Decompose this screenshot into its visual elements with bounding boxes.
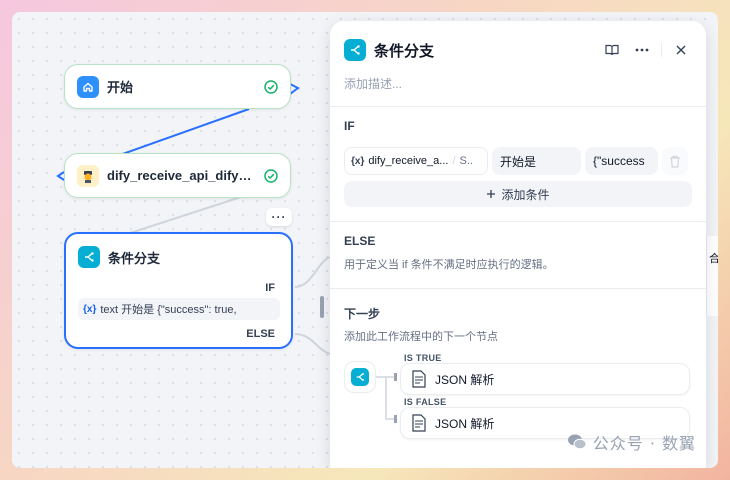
- if-branch-label: IF: [265, 282, 275, 294]
- else-section-title: ELSE: [344, 234, 376, 248]
- json-parse-icon: [412, 414, 426, 432]
- close-icon[interactable]: [670, 39, 692, 61]
- watermark-text: 公众号 · 数翼: [592, 434, 696, 453]
- plus-icon: [487, 190, 496, 198]
- next-step-title: 下一步: [344, 307, 381, 321]
- next-node-false-label: JSON 解析: [435, 416, 495, 431]
- node-config-panel: 条件分支 添加描述... IF {x} dify_receive_a... /: [330, 21, 706, 468]
- panel-title[interactable]: 条件分支: [374, 40, 593, 61]
- branch-connector: [376, 373, 397, 423]
- next-step-description: 添加此工作流程中的下一个节点: [344, 331, 498, 343]
- workflow-canvas[interactable]: 开始 dify_receive_api_dify_re... ··· 条件分支 …: [12, 12, 718, 468]
- json-parse-icon: [412, 370, 426, 388]
- panel-header: 条件分支: [330, 21, 706, 63]
- variable-type: S..: [459, 155, 473, 167]
- if-section: IF {x} dify_receive_a... / S.. 开始是 {"suc…: [330, 107, 706, 221]
- next-node-edge[interactable]: 合: [706, 236, 718, 316]
- branch-icon: [351, 368, 369, 386]
- edge-if-true: [294, 256, 331, 288]
- wechat-icon: [567, 434, 587, 450]
- panel-resize-handle[interactable]: [320, 296, 324, 318]
- if-condition-summary: {x} text 开始是 {"success": true,: [78, 298, 280, 320]
- add-condition-label: 添加条件: [501, 187, 550, 202]
- if-else-node[interactable]: 条件分支 IF {x} text 开始是 {"success": true, E…: [64, 232, 293, 349]
- else-description: 用于定义当 if 条件不满足时应执行的逻辑。: [344, 259, 554, 271]
- start-node[interactable]: 开始: [64, 64, 291, 109]
- watermark: 公众号 · 数翼: [567, 430, 696, 454]
- more-icon[interactable]: [631, 39, 653, 61]
- condition-value-input[interactable]: {"success: [585, 147, 658, 175]
- condition-text: text 开始是 {"success": true,: [100, 304, 237, 316]
- branch-icon: [344, 39, 366, 61]
- header-divider: [661, 43, 662, 57]
- api-node-title: dify_receive_api_dify_re...: [107, 168, 256, 183]
- success-check-icon: [264, 79, 278, 94]
- home-icon: [77, 75, 99, 98]
- start-out-handle: [289, 83, 300, 95]
- variable-icon: {x}: [83, 303, 97, 315]
- bot-avatar-icon: [77, 164, 99, 187]
- branch-tag-false: IS FALSE: [404, 397, 447, 407]
- edge-if-false: [294, 333, 331, 355]
- else-section: ELSE 用于定义当 if 条件不满足时应执行的逻辑。: [330, 222, 706, 284]
- variable-icon: {x}: [351, 155, 365, 167]
- else-branch-label: ELSE: [246, 328, 275, 340]
- if-node-title: 条件分支: [108, 250, 161, 266]
- variable-separator: /: [452, 155, 456, 167]
- next-step-section: 下一步 添加此工作流程中的下一个节点 IS TRUE JSON 解析 IS FA…: [330, 289, 706, 439]
- condition-operator-select[interactable]: 开始是: [492, 147, 581, 175]
- current-node-icon: [344, 361, 376, 393]
- if-section-title: IF: [344, 119, 355, 133]
- api-node[interactable]: dify_receive_api_dify_re...: [64, 153, 291, 198]
- node-more-button[interactable]: ···: [266, 208, 292, 226]
- branch-tag-true: IS TRUE: [404, 353, 442, 363]
- next-node-true-label: JSON 解析: [435, 372, 495, 387]
- variable-name: dify_receive_a...: [368, 155, 449, 167]
- branch-icon: [78, 246, 100, 268]
- next-node-partial-label: 合: [709, 253, 718, 265]
- start-node-title: 开始: [107, 80, 134, 95]
- book-icon[interactable]: [601, 39, 623, 61]
- next-node-true[interactable]: JSON 解析: [400, 363, 690, 395]
- success-check-icon: [264, 168, 278, 183]
- add-condition-button[interactable]: 添加条件: [344, 181, 692, 207]
- condition-variable-select[interactable]: {x} dify_receive_a... / S..: [344, 147, 488, 175]
- description-input[interactable]: 添加描述...: [330, 63, 706, 92]
- delete-condition-icon[interactable]: [662, 147, 688, 175]
- condition-row: {x} dify_receive_a... / S.. 开始是 {"succes…: [344, 147, 692, 175]
